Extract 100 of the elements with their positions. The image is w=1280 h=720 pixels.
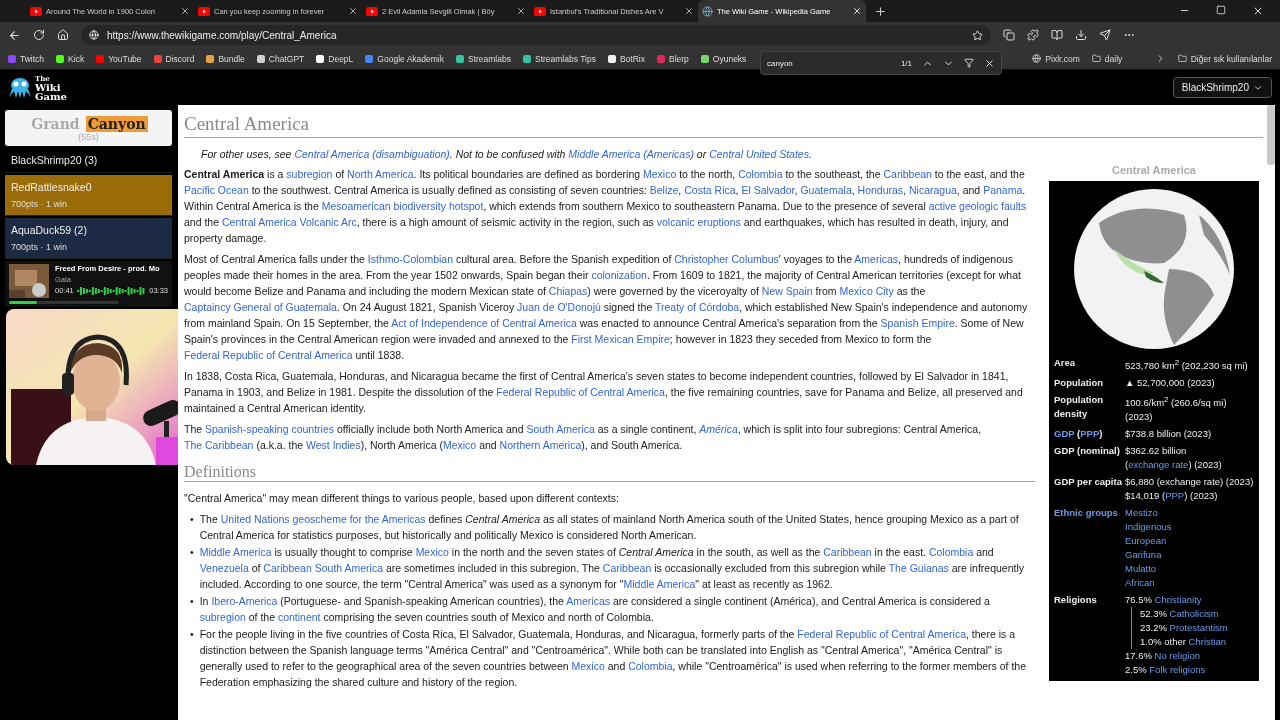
- close-icon[interactable]: [984, 57, 995, 69]
- scrollbar[interactable]: [1267, 105, 1275, 165]
- link[interactable]: Pacific Ocean: [184, 184, 249, 196]
- link[interactable]: Ibero-America: [211, 595, 278, 607]
- book-icon[interactable]: [1051, 29, 1063, 41]
- link[interactable]: Ethnic groups: [1054, 507, 1118, 519]
- link[interactable]: Mexico: [442, 439, 477, 451]
- home-icon[interactable]: [57, 29, 69, 41]
- find-field[interactable]: canyon: [767, 58, 891, 68]
- link[interactable]: Costa Rica: [684, 184, 736, 196]
- new-tab-icon[interactable]: [874, 4, 887, 18]
- link[interactable]: El Salvador: [741, 184, 795, 196]
- bookmark-folder[interactable]: Diğer sık kullanılanlar: [1177, 53, 1272, 64]
- link[interactable]: Central United States: [709, 148, 809, 160]
- link[interactable]: active geologic faults: [928, 200, 1027, 212]
- copy-icon[interactable]: [1003, 29, 1015, 41]
- link[interactable]: Federal Republic of Central America: [496, 386, 665, 398]
- link[interactable]: European: [1125, 535, 1167, 547]
- link[interactable]: Guatemala: [800, 184, 852, 196]
- link[interactable]: Protestantism: [1169, 622, 1228, 634]
- bookmark[interactable]: Streamlabs: [455, 53, 511, 64]
- link[interactable]: Mestizo: [1125, 507, 1158, 519]
- link[interactable]: Act of Independence of Central America: [391, 317, 577, 329]
- link[interactable]: Northern America: [499, 439, 582, 451]
- link[interactable]: Isthmo-Colombian: [367, 253, 454, 265]
- bookmark[interactable]: Blerp: [656, 53, 689, 64]
- bookmark[interactable]: Kick: [56, 53, 85, 64]
- link[interactable]: Central America (disambiguation): [294, 148, 450, 160]
- link[interactable]: Spanish-speaking countries: [205, 423, 334, 435]
- close-icon[interactable]: [348, 6, 358, 16]
- link[interactable]: Federal Republic of Central America: [184, 349, 353, 361]
- download-icon[interactable]: [1075, 29, 1087, 41]
- user-menu-button[interactable]: BlackShrimp20: [1172, 77, 1272, 98]
- link[interactable]: Mexico: [415, 546, 449, 558]
- link[interactable]: Caribbean: [823, 546, 872, 558]
- link[interactable]: Catholicism: [1169, 608, 1219, 620]
- bookmark[interactable]: Discord: [153, 53, 195, 64]
- close-icon[interactable]: [1252, 5, 1264, 17]
- link[interactable]: colonization: [591, 269, 647, 281]
- bookmark[interactable]: YouTube: [96, 53, 142, 64]
- close-icon[interactable]: [852, 6, 862, 16]
- link[interactable]: South America: [526, 423, 595, 435]
- link[interactable]: Garifuna: [1125, 549, 1162, 561]
- link[interactable]: The Guianas: [888, 562, 949, 574]
- link[interactable]: First Mexican Empire: [571, 333, 670, 345]
- link[interactable]: Mexico: [571, 660, 605, 672]
- link[interactable]: Middle America (Americas): [568, 148, 694, 160]
- link[interactable]: subregion: [199, 611, 246, 623]
- link[interactable]: The Caribbean: [184, 439, 254, 451]
- link[interactable]: Mexico City: [839, 285, 894, 297]
- bookmark[interactable]: Bundle: [206, 53, 245, 64]
- link[interactable]: Federal Republic of Central America: [797, 628, 966, 640]
- bookmark[interactable]: ChatGPT: [256, 53, 305, 64]
- link[interactable]: Colombia: [628, 660, 673, 672]
- address-field[interactable]: https://www.thewikigame.com/play/Central_America: [81, 25, 991, 45]
- link[interactable]: Venezuela: [199, 562, 249, 574]
- close-icon[interactable]: [516, 6, 526, 16]
- link[interactable]: United Nations geoscheme for the Americas: [220, 513, 426, 525]
- bookmark[interactable]: Oyuneks: [700, 53, 747, 64]
- link[interactable]: Spanish Empire: [880, 317, 955, 329]
- link[interactable]: Middle America: [199, 546, 272, 558]
- link[interactable]: Captaincy General of Guatemala: [184, 301, 337, 313]
- bookmark[interactable]: DeepL: [316, 53, 354, 64]
- link[interactable]: Middle America: [623, 578, 696, 590]
- bookmark[interactable]: Twitch: [8, 53, 45, 64]
- link[interactable]: Caribbean: [883, 168, 932, 180]
- link[interactable]: No religion: [1154, 650, 1200, 662]
- link[interactable]: West Indies: [306, 439, 361, 451]
- maximize-icon[interactable]: [1216, 5, 1226, 15]
- link[interactable]: North America: [347, 168, 414, 180]
- link[interactable]: subregion: [286, 168, 333, 180]
- link[interactable]: Americas: [566, 595, 610, 607]
- link[interactable]: continent: [277, 611, 321, 623]
- link[interactable]: Colombia: [738, 168, 783, 180]
- bookmark[interactable]: daily: [1091, 53, 1123, 64]
- link[interactable]: Mulatto: [1125, 563, 1157, 575]
- reload-icon[interactable]: [33, 29, 45, 41]
- link[interactable]: Caribbean South America: [263, 562, 383, 574]
- link[interactable]: Colombia: [928, 546, 974, 558]
- link[interactable]: GDP: [1054, 428, 1075, 440]
- link[interactable]: Mexico: [643, 168, 677, 180]
- link[interactable]: Folk religions: [1149, 664, 1206, 676]
- bookmark[interactable]: BotRix: [607, 53, 645, 64]
- link[interactable]: Christian: [1188, 636, 1227, 648]
- puzzle-icon[interactable]: [1027, 29, 1039, 41]
- link[interactable]: Christopher Columbus: [674, 253, 779, 265]
- bookmark[interactable]: Streamlabs Tips: [522, 53, 596, 64]
- bookmark[interactable]: Pixlr.com: [1032, 53, 1080, 64]
- link[interactable]: Central America Volcanic Arc: [221, 216, 357, 228]
- link[interactable]: volcanic eruptions: [656, 216, 741, 228]
- link[interactable]: African: [1125, 577, 1155, 589]
- link[interactable]: América: [699, 423, 738, 435]
- link[interactable]: Caribbean: [602, 562, 652, 574]
- link[interactable]: Nicaragua: [908, 184, 957, 196]
- link[interactable]: Christianity: [1154, 594, 1202, 606]
- close-icon[interactable]: [684, 6, 694, 16]
- link[interactable]: Juan de O'Donojú: [517, 301, 601, 313]
- back-icon[interactable]: [8, 28, 21, 42]
- link[interactable]: New Spain: [761, 285, 813, 297]
- filter-icon[interactable]: [964, 58, 974, 68]
